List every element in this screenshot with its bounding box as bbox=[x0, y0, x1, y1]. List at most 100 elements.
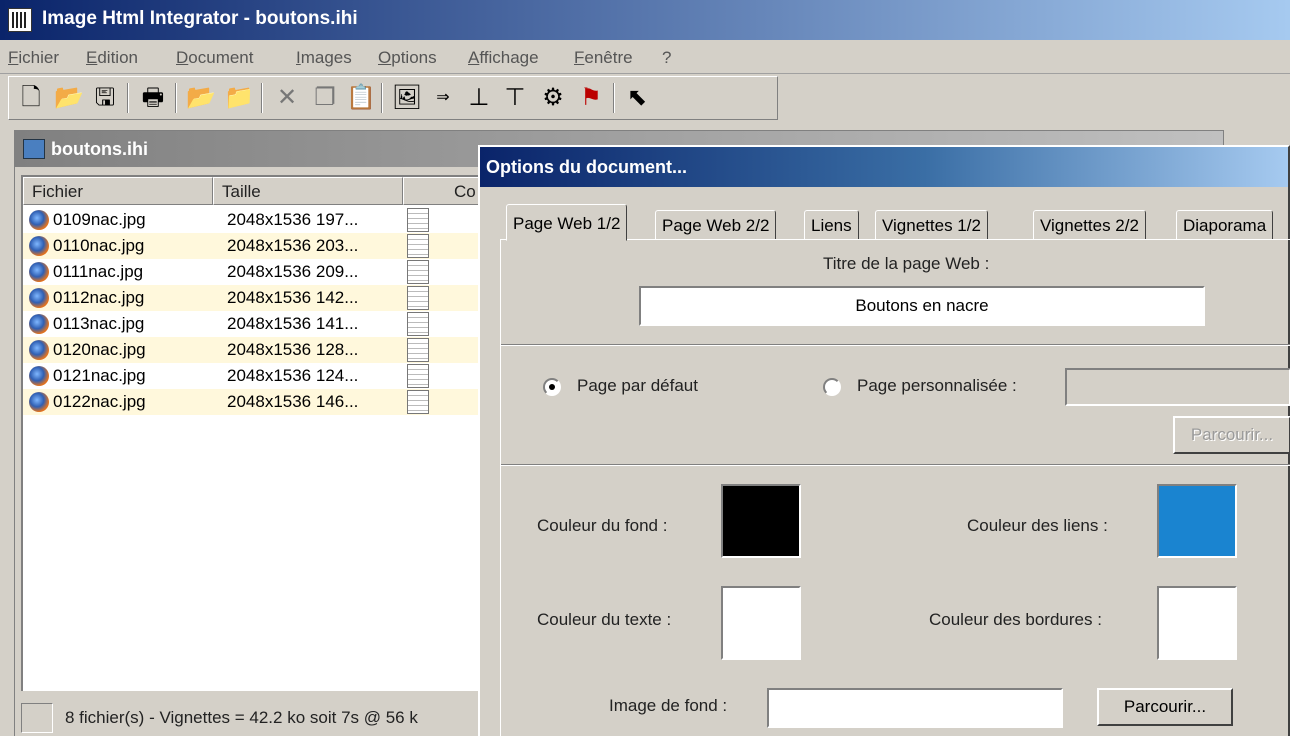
image-file-icon bbox=[29, 288, 49, 308]
file-size: 2048x1536 146... bbox=[227, 392, 359, 411]
menu-images[interactable]: Images bbox=[296, 48, 352, 68]
text-color-swatch[interactable] bbox=[721, 586, 801, 660]
dialog-title-bar[interactable]: Options du document... bbox=[480, 147, 1288, 187]
table-row[interactable]: 0121nac.jpg 2048x1536 124... bbox=[23, 363, 485, 389]
browse-custom-label: Parcourir... bbox=[1190, 425, 1274, 444]
open-folder-icon[interactable]: 📂 bbox=[53, 82, 85, 114]
image-file-icon bbox=[29, 340, 49, 360]
table-row[interactable]: 0113nac.jpg 2048x1536 141... bbox=[23, 311, 485, 337]
table-row[interactable]: 0111nac.jpg 2048x1536 209... bbox=[23, 259, 485, 285]
status-panel bbox=[21, 703, 53, 733]
file-size: 2048x1536 197... bbox=[227, 210, 359, 229]
image-file-icon bbox=[29, 366, 49, 386]
print-icon[interactable]: 🖶 bbox=[137, 82, 169, 114]
file-size: 2048x1536 142... bbox=[227, 288, 359, 307]
column-header-fichier[interactable]: Fichier bbox=[23, 177, 213, 205]
image-file-icon bbox=[29, 210, 49, 230]
project-icon bbox=[23, 139, 45, 159]
list-header: Fichier Taille Co bbox=[23, 177, 489, 205]
menu-edition[interactable]: Edition bbox=[86, 48, 138, 68]
menu-affichage[interactable]: Affichage bbox=[468, 48, 539, 68]
status-bar: 8 fichier(s) - Vignettes = 42.2 ko soit … bbox=[21, 691, 491, 736]
toolbar-separator bbox=[613, 83, 615, 113]
tab-liens[interactable]: Liens bbox=[804, 210, 859, 240]
web-title-label: Titre de la page Web : bbox=[823, 254, 990, 273]
dialog-title: Options du document... bbox=[486, 157, 687, 177]
image-file-icon bbox=[29, 262, 49, 282]
toolbar-separator bbox=[381, 83, 383, 113]
paste-icon[interactable]: 📋 bbox=[345, 82, 377, 114]
open-images-icon[interactable]: 📂 bbox=[185, 82, 217, 114]
comment-doc-icon[interactable] bbox=[407, 364, 429, 388]
menu-options[interactable]: Options bbox=[378, 48, 437, 68]
comment-doc-icon[interactable] bbox=[407, 234, 429, 258]
comment-doc-icon[interactable] bbox=[407, 312, 429, 336]
comment-doc-icon[interactable] bbox=[407, 286, 429, 310]
bg-image-input[interactable] bbox=[767, 688, 1063, 728]
separator bbox=[501, 464, 1290, 466]
file-name: 0109nac.jpg bbox=[53, 210, 146, 229]
app-icon[interactable] bbox=[8, 8, 32, 32]
new-file-icon[interactable]: 🗋 bbox=[15, 82, 47, 114]
file-name: 0122nac.jpg bbox=[53, 392, 146, 411]
menu-fichier[interactable]: Fichier bbox=[8, 48, 59, 68]
browse-bg-button[interactable]: Parcourir... bbox=[1097, 688, 1233, 726]
generate-icon[interactable]: ⚙ bbox=[537, 82, 569, 114]
tab-page-web-1[interactable]: Page Web 1/2 bbox=[506, 204, 628, 241]
child-title: boutons.ihi bbox=[51, 139, 148, 159]
border-color-label: Couleur des bordures : bbox=[929, 610, 1102, 629]
tab-vignettes-1[interactable]: Vignettes 1/2 bbox=[875, 210, 988, 240]
tab-vignettes-2[interactable]: Vignettes 2/2 bbox=[1033, 210, 1146, 240]
radio-custom-page[interactable] bbox=[823, 378, 841, 396]
radio-default-page[interactable] bbox=[543, 378, 561, 396]
table-row[interactable]: 0110nac.jpg 2048x1536 203... bbox=[23, 233, 485, 259]
copy-icon[interactable]: ❐ bbox=[309, 82, 341, 114]
table-row[interactable]: 0112nac.jpg 2048x1536 142... bbox=[23, 285, 485, 311]
menu-document[interactable]: Document bbox=[176, 48, 253, 68]
link-color-swatch[interactable] bbox=[1157, 484, 1237, 558]
column-header-co[interactable]: Co bbox=[403, 177, 489, 205]
radio-custom-label[interactable]: Page personnalisée : bbox=[857, 376, 1017, 396]
back-icon[interactable]: ⬉ bbox=[621, 82, 653, 114]
cut-icon[interactable]: ✕ bbox=[271, 82, 303, 114]
folder-new-icon[interactable]: 📁 bbox=[223, 82, 255, 114]
comment-doc-icon[interactable] bbox=[407, 208, 429, 232]
move-up-icon[interactable]: ⊥ bbox=[463, 82, 495, 114]
file-size: 2048x1536 203... bbox=[227, 236, 359, 255]
column-header-taille[interactable]: Taille bbox=[213, 177, 403, 205]
save-icon[interactable]: 🖫 bbox=[89, 82, 121, 114]
tab-strip: Page Web 1/2 Page Web 2/2 Liens Vignette… bbox=[500, 204, 1290, 241]
toolbar-separator bbox=[127, 83, 129, 113]
table-row[interactable]: 0109nac.jpg 2048x1536 197... bbox=[23, 207, 485, 233]
move-down-icon[interactable]: ⊤ bbox=[499, 82, 531, 114]
tab-page-web-2[interactable]: Page Web 2/2 bbox=[655, 210, 777, 240]
file-name: 0110nac.jpg bbox=[53, 236, 145, 255]
comment-doc-icon[interactable] bbox=[407, 338, 429, 362]
options-dialog: Options du document... Page Web 1/2 Page… bbox=[478, 145, 1290, 736]
file-name: 0111nac.jpg bbox=[53, 262, 144, 281]
insert-image-icon[interactable]: 🖼 bbox=[391, 82, 423, 114]
publish-web-icon[interactable]: ⚑ bbox=[575, 82, 607, 114]
move-image-icon[interactable]: ⇒ bbox=[427, 82, 459, 114]
comment-doc-icon[interactable] bbox=[407, 260, 429, 284]
file-name: 0121nac.jpg bbox=[53, 366, 146, 385]
menu-help[interactable]: ? bbox=[662, 48, 671, 68]
web-title-input[interactable]: Boutons en nacre bbox=[639, 286, 1205, 326]
custom-page-input[interactable] bbox=[1065, 368, 1290, 406]
radio-default-label[interactable]: Page par défaut bbox=[577, 376, 698, 396]
table-row[interactable]: 0122nac.jpg 2048x1536 146... bbox=[23, 389, 485, 415]
browse-custom-button[interactable]: Parcourir... bbox=[1173, 416, 1290, 454]
comment-doc-icon[interactable] bbox=[407, 390, 429, 414]
table-row[interactable]: 0120nac.jpg 2048x1536 128... bbox=[23, 337, 485, 363]
bg-color-swatch[interactable] bbox=[721, 484, 801, 558]
tab-diaporama[interactable]: Diaporama bbox=[1176, 210, 1274, 240]
browse-bg-label: Parcourir... bbox=[1123, 697, 1207, 716]
menu-fenetre[interactable]: Fenêtre bbox=[574, 48, 633, 68]
toolbar-separator bbox=[175, 83, 177, 113]
file-list[interactable]: Fichier Taille Co 0109nac.jpg 2048x1536 … bbox=[21, 175, 489, 736]
border-color-swatch[interactable] bbox=[1157, 586, 1237, 660]
separator bbox=[501, 344, 1290, 346]
toolbar: 🗋 📂 🖫 🖶 📂 📁 ✕ ❐ 📋 🖼 ⇒ ⊥ ⊤ ⚙ ⚑ ⬉ bbox=[8, 76, 778, 120]
app-title: Image Html Integrator - boutons.ihi bbox=[42, 8, 358, 29]
bg-color-label: Couleur du fond : bbox=[537, 516, 668, 535]
